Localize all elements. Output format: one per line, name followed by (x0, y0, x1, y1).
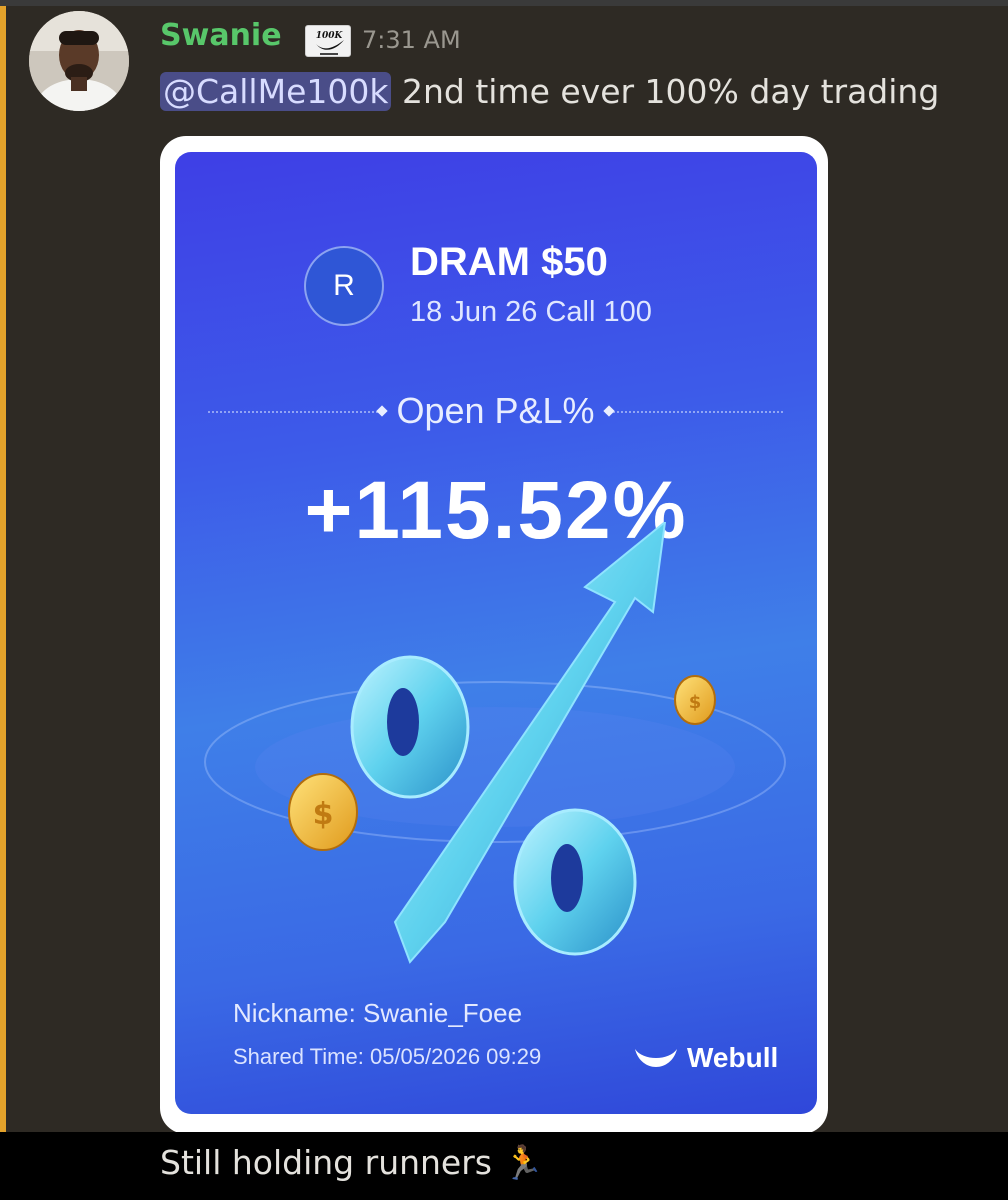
runner-emoji-icon: 🏃 (502, 1143, 544, 1182)
coin-left-icon: $ (288, 773, 358, 851)
pl-label-row: Open P&L% (208, 390, 783, 434)
next-message-text: Still holding runners 🏃 (160, 1136, 544, 1190)
message-text: 2nd time ever 100% day trading (391, 72, 940, 111)
mention-highlight-stripe (0, 6, 6, 1132)
coin-right-icon: $ (674, 675, 716, 725)
svg-text:$: $ (689, 692, 702, 713)
webull-logo-icon (635, 1049, 677, 1067)
webull-brand: Webull (633, 1040, 778, 1076)
contract-details: 18 Jun 26 Call 100 (410, 296, 652, 328)
user-mention[interactable]: @CallMe100k (160, 72, 392, 111)
percent-ring-bottom-icon (513, 808, 637, 956)
webull-share-card[interactable]: R DRAM $50 18 Jun 26 Call 100 Open P&L% … (175, 152, 817, 1114)
role-badge-icon[interactable]: 100K (305, 25, 351, 57)
message-content: @CallMe100k 2nd time ever 100% day tradi… (160, 68, 939, 116)
message-timestamp: 7:31 AM (362, 26, 461, 54)
percent-ring-top-icon (350, 655, 470, 799)
message-username[interactable]: Swanie (160, 16, 282, 56)
next-message-body: Still holding runners (160, 1143, 492, 1182)
svg-text:$: $ (313, 797, 334, 832)
avatar-photo-icon (29, 11, 129, 111)
percent-arrow-illustration-icon: $ $ (204, 522, 786, 964)
contract-title: DRAM $50 (410, 240, 608, 284)
nickname-label: Nickname: Swanie_Foee (233, 998, 523, 1028)
role-badge-label: 100K (316, 31, 344, 41)
shared-time-label: Shared Time: 05/05/2026 09:29 (233, 1044, 542, 1069)
divider-right (613, 411, 783, 413)
next-chat-message[interactable]: Still holding runners 🏃 (0, 1132, 1008, 1200)
webull-wordmark: Webull (687, 1042, 779, 1073)
user-avatar[interactable] (29, 11, 129, 111)
ticker-logo: R (304, 246, 384, 326)
